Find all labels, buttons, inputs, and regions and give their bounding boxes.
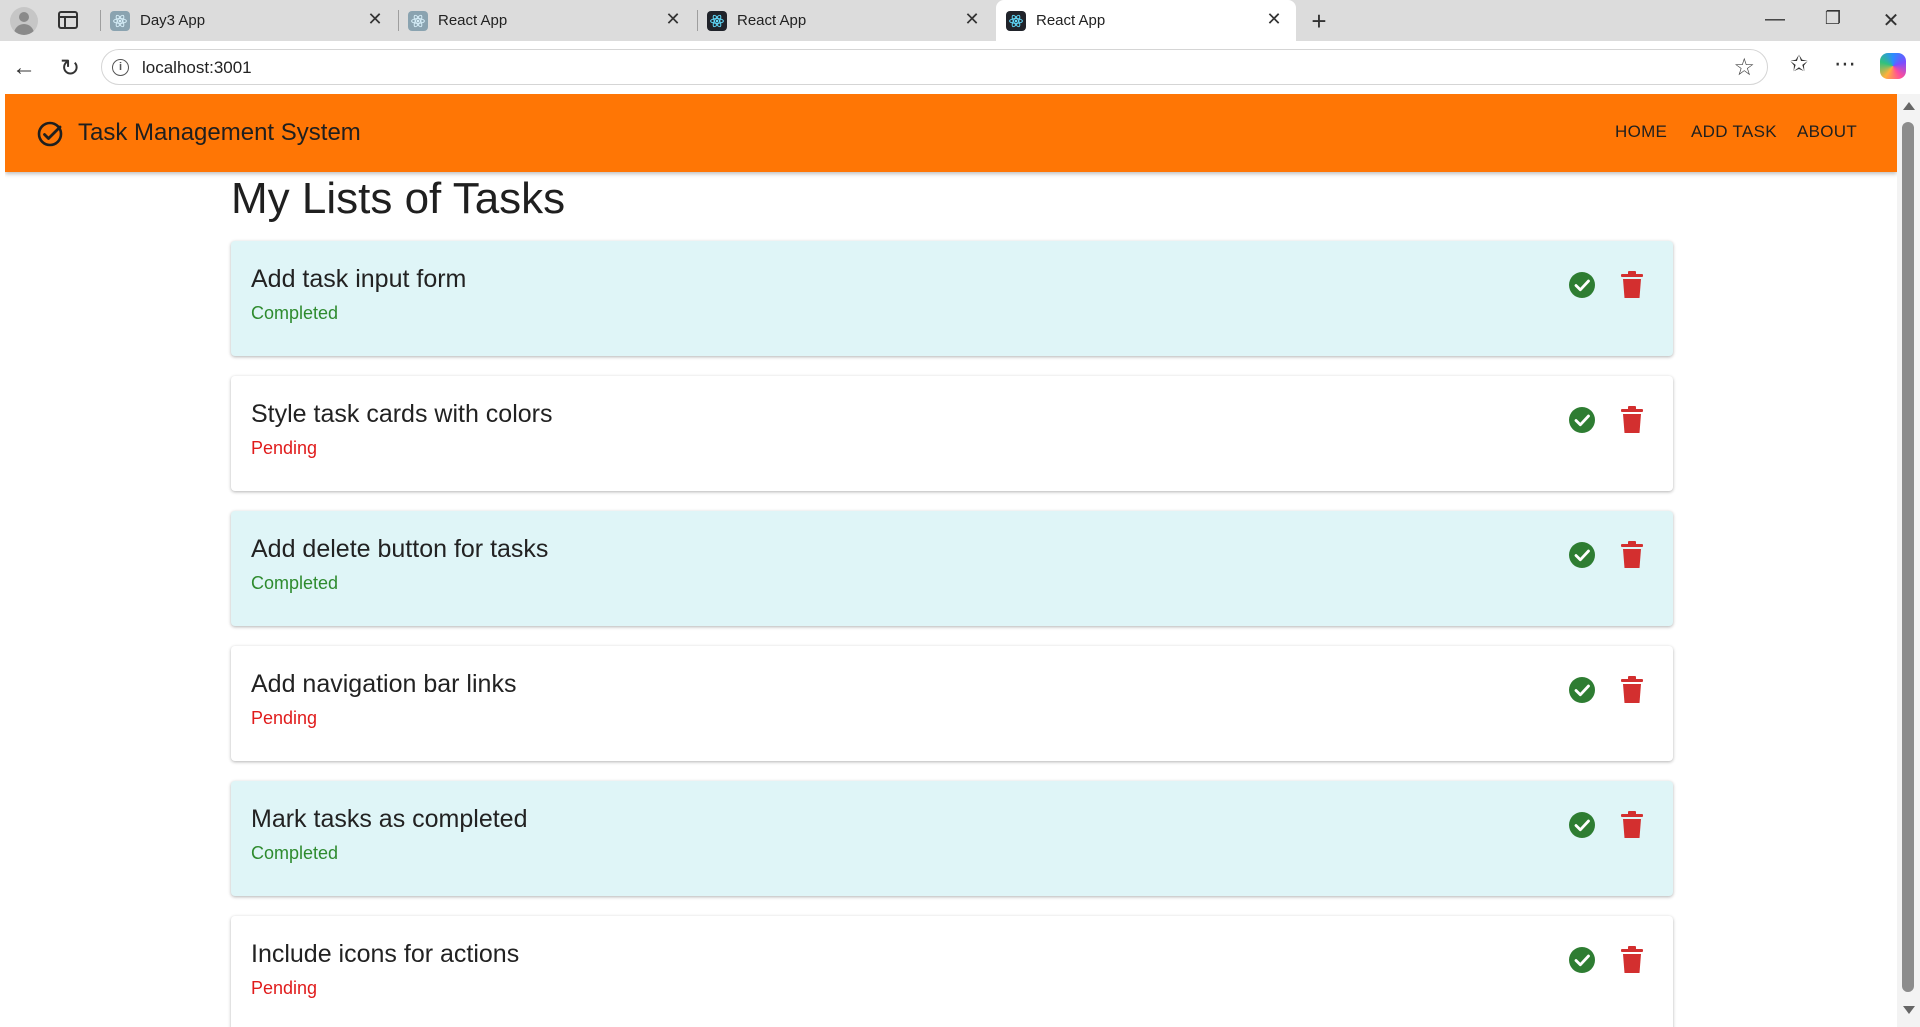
task-title: Add navigation bar links bbox=[251, 670, 517, 698]
scrollbar-thumb[interactable] bbox=[1902, 122, 1914, 992]
back-icon[interactable]: ← bbox=[10, 54, 38, 82]
more-options-icon[interactable]: ⋯ bbox=[1830, 51, 1860, 77]
tab-title: React App bbox=[737, 12, 807, 29]
trash-icon[interactable] bbox=[1620, 271, 1644, 299]
page-title: My Lists of Tasks bbox=[231, 174, 566, 223]
task-status: Pending bbox=[251, 708, 318, 728]
task-title: Mark tasks as completed bbox=[251, 805, 528, 833]
address-input[interactable]: i localhost:3001 ☆ bbox=[101, 49, 1768, 85]
task-title: Include icons for actions bbox=[251, 940, 520, 968]
close-tab-icon[interactable]: ✕ bbox=[962, 9, 982, 30]
task-title: Style task cards with colors bbox=[251, 400, 553, 428]
nav-home-link[interactable]: HOME bbox=[1615, 122, 1667, 142]
trash-icon[interactable] bbox=[1620, 676, 1644, 704]
nav-add-task-link[interactable]: ADD TASK bbox=[1691, 122, 1777, 142]
new-tab-icon[interactable]: + bbox=[1307, 6, 1331, 37]
check-circle-icon[interactable] bbox=[1568, 811, 1596, 839]
minimize-icon[interactable]: — bbox=[1760, 8, 1790, 31]
check-circle-outline-icon bbox=[37, 121, 63, 147]
favorites-icon[interactable]: ✩ bbox=[1784, 51, 1814, 77]
task-status: Pending bbox=[251, 438, 318, 458]
task-status: Completed bbox=[251, 303, 339, 323]
check-circle-icon[interactable] bbox=[1568, 946, 1596, 974]
address-bar-row: ← ↻ i localhost:3001 ☆ ✩ ⋯ bbox=[0, 41, 1920, 94]
tab-title: React App bbox=[1036, 12, 1106, 29]
browser-tab-4-active[interactable]: React App ✕ bbox=[996, 0, 1296, 41]
task-card: Include icons for actions Pending bbox=[231, 916, 1673, 1027]
check-circle-icon[interactable] bbox=[1568, 541, 1596, 569]
task-card: Add navigation bar links Pending bbox=[231, 646, 1673, 761]
app-brand: Task Management System bbox=[78, 119, 361, 146]
nav-about-link[interactable]: ABOUT bbox=[1797, 122, 1857, 142]
task-status: Completed bbox=[251, 573, 339, 593]
trash-icon[interactable] bbox=[1620, 811, 1644, 839]
scroll-up-icon[interactable] bbox=[1903, 102, 1915, 110]
browser-tab-2[interactable]: React App ✕ bbox=[398, 0, 695, 41]
tab-actions-icon[interactable] bbox=[58, 11, 78, 29]
favorite-star-icon[interactable]: ☆ bbox=[1733, 53, 1755, 82]
tab-title: React App bbox=[438, 12, 508, 29]
close-tab-icon[interactable]: ✕ bbox=[663, 9, 683, 30]
app-bar: Task Management System HOME ADD TASK ABO… bbox=[5, 94, 1897, 172]
react-favicon-icon bbox=[707, 11, 727, 31]
task-card: Style task cards with colors Pending bbox=[231, 376, 1673, 491]
trash-icon[interactable] bbox=[1620, 946, 1644, 974]
restore-icon[interactable]: ❐ bbox=[1818, 8, 1848, 29]
task-card: Mark tasks as completed Completed bbox=[231, 781, 1673, 896]
browser-tab-1[interactable]: Day3 App ✕ bbox=[100, 0, 397, 41]
site-info-icon[interactable]: i bbox=[112, 59, 129, 76]
check-circle-icon[interactable] bbox=[1568, 271, 1596, 299]
browser-tab-strip: Day3 App ✕ React App ✕ React App ✕ React… bbox=[0, 0, 1920, 41]
task-title: Add task input form bbox=[251, 265, 467, 293]
trash-icon[interactable] bbox=[1620, 541, 1644, 569]
react-favicon-icon bbox=[110, 11, 130, 31]
close-tab-icon[interactable]: ✕ bbox=[365, 9, 385, 30]
window-close-icon[interactable]: ✕ bbox=[1876, 8, 1906, 33]
page-scrollbar[interactable] bbox=[1897, 94, 1920, 1027]
react-favicon-icon bbox=[408, 11, 428, 31]
url-text: localhost:3001 bbox=[142, 58, 252, 77]
scroll-down-icon[interactable] bbox=[1903, 1006, 1915, 1014]
copilot-icon[interactable] bbox=[1880, 53, 1906, 79]
check-circle-icon[interactable] bbox=[1568, 406, 1596, 434]
profile-icon[interactable] bbox=[10, 7, 38, 35]
task-status: Pending bbox=[251, 978, 318, 998]
task-title: Add delete button for tasks bbox=[251, 535, 549, 563]
task-card: Add task input form Completed bbox=[231, 241, 1673, 356]
react-favicon-icon bbox=[1006, 11, 1026, 31]
page-viewport: Task Management System HOME ADD TASK ABO… bbox=[5, 94, 1897, 1027]
tab-title: Day3 App bbox=[140, 12, 206, 29]
task-card: Add delete button for tasks Completed bbox=[231, 511, 1673, 626]
reload-icon[interactable]: ↻ bbox=[56, 54, 84, 83]
close-tab-icon[interactable]: ✕ bbox=[1264, 9, 1284, 30]
trash-icon[interactable] bbox=[1620, 406, 1644, 434]
browser-tab-3[interactable]: React App ✕ bbox=[697, 0, 994, 41]
check-circle-icon[interactable] bbox=[1568, 676, 1596, 704]
task-status: Completed bbox=[251, 843, 339, 863]
